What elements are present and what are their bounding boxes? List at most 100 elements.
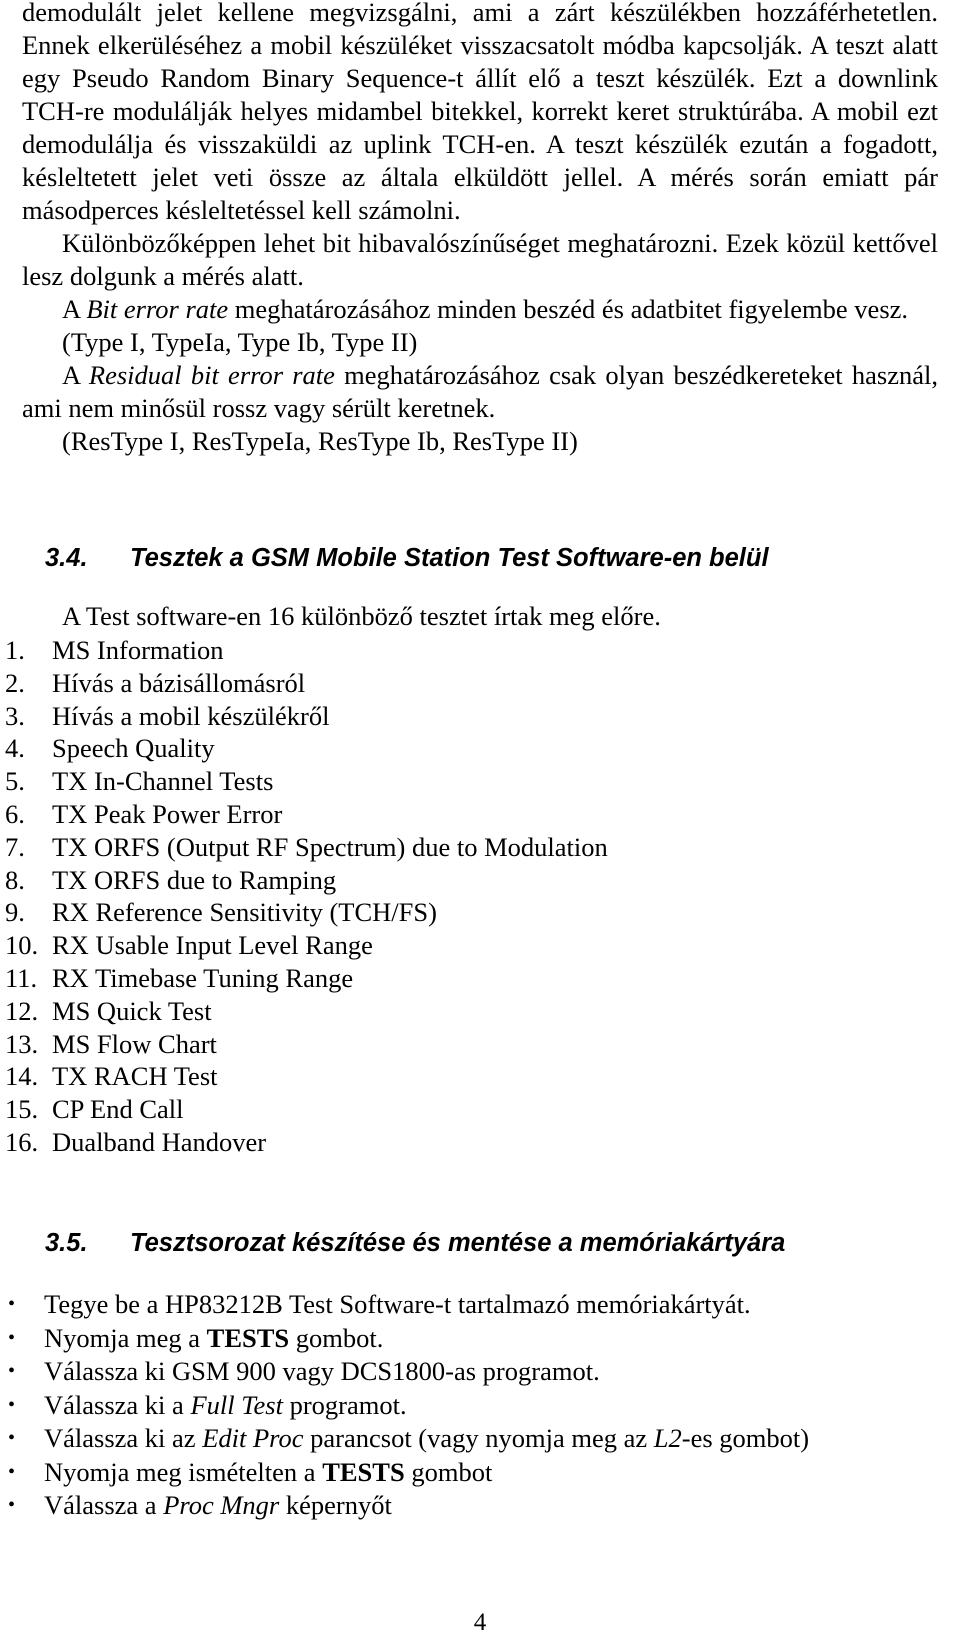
step-text-prefix: Tegye be a HP83212B Test Software-t tart…: [44, 1289, 751, 1319]
paragraph-type-list: (Type I, TypeIa, Type Ib, Type II): [22, 326, 938, 359]
list-item-number: 4.: [5, 733, 25, 764]
list-item: • Nyomja meg a TESTS gombot.: [8, 1322, 938, 1356]
list-item-label: RX Usable Input Level Range: [52, 930, 373, 961]
list-item-number: 15.: [5, 1094, 39, 1125]
bit-error-rate-term: Bit error rate: [86, 294, 229, 324]
list-item-number: 16.: [5, 1126, 39, 1157]
list-item: 3. Hívás a mobil készülékről: [5, 700, 938, 733]
section-heading-34: 3.4. Tesztek a GSM Mobile Station Test So…: [22, 542, 938, 574]
page-number: 4: [473, 1609, 487, 1636]
list-item-label: MS Quick Test: [52, 995, 212, 1026]
document-page: demodulált jelet kellene megvizsgálni, a…: [0, 0, 960, 1648]
paragraph-3-suffix: meghatározásához minden beszéd és adatbi…: [228, 294, 909, 324]
procedure-steps-block: • Tegye be a HP83212B Test Software-t tar…: [8, 1288, 938, 1523]
heading-34-number: 3.4.: [45, 544, 88, 572]
bullet-icon: •: [8, 1360, 16, 1382]
list-item-label: RX Reference Sensitivity (TCH/FS): [52, 897, 437, 928]
bullet-icon: •: [8, 1427, 16, 1449]
list-item-number: 1.: [5, 635, 25, 665]
list-item: 6. TX Peak Power Error: [5, 798, 938, 831]
list-item: 1. MS Information: [5, 634, 938, 667]
list-item: • Válassza ki a Full Test programot.: [8, 1389, 938, 1423]
list-item-number: 14.: [5, 1061, 39, 1092]
list-item-number: 2.: [5, 667, 25, 698]
step-text-suffix-2: -es gombot): [681, 1423, 810, 1453]
heading-35-number: 3.5.: [45, 1229, 88, 1257]
bullet-icon: •: [8, 1460, 16, 1483]
list-item-number: 8.: [5, 864, 25, 895]
heading-35-line: 3.5. Tesztsorozat készítése és mentése a …: [22, 1227, 938, 1259]
tests-button-label: TESTS: [206, 1322, 290, 1353]
list-item-number: 5.: [5, 766, 25, 797]
list-item: 8. TX ORFS due to Ramping: [5, 864, 938, 897]
step-text-prefix: Nyomja meg ismételten a: [44, 1456, 323, 1487]
paragraph-residual-bit-error-rate: A Residual bit error rate meghatározásáh…: [22, 359, 938, 425]
list-item: 10. RX Usable Input Level Range: [5, 929, 938, 962]
list-item: • Válassza ki az Edit Proc parancsot (vag…: [8, 1422, 938, 1456]
list-item: 2. Hívás a bázisállomásról: [5, 667, 938, 700]
heading-34-line: 3.4. Tesztek a GSM Mobile Station Test So…: [22, 542, 938, 574]
heading-34-title: Tesztek a GSM Mobile Station Test Softwa…: [130, 544, 769, 572]
list-item-number: 13.: [5, 1028, 39, 1059]
step-text-prefix: Válassza ki GSM 900 vagy DCS1800-as prog…: [44, 1356, 600, 1386]
paragraph-5-prefix: A: [62, 360, 89, 390]
list-item: 15. CP End Call: [5, 1093, 938, 1126]
bullet-icon: •: [8, 1494, 16, 1516]
procedure-steps-list: • Tegye be a HP83212B Test Software-t tar…: [8, 1288, 938, 1523]
list-item: 5. TX In-Channel Tests: [5, 765, 938, 798]
list-item-label: Speech Quality: [52, 733, 215, 764]
paragraph-2-text: Különbözőképpen lehet bit hibavalószínűs…: [22, 228, 938, 291]
paragraph-1-text: demodulált jelet kellene megvizsgálni, a…: [22, 0, 938, 225]
list-item: 13. MS Flow Chart: [5, 1028, 938, 1061]
edit-proc-command-label: Edit Proc: [202, 1423, 304, 1453]
list-item-number: 10.: [5, 930, 39, 961]
section-34-intro-block: A Test software-en 16 különböző tesztet …: [22, 600, 938, 633]
list-item: 4. Speech Quality: [5, 732, 938, 765]
list-item-number: 12.: [5, 995, 39, 1026]
list-item-label: TX In-Channel Tests: [52, 766, 274, 797]
list-item: 16. Dualband Handover: [5, 1126, 938, 1159]
paragraph-6-text: (ResType I, ResTypeIa, ResType Ib, ResTy…: [62, 426, 578, 456]
list-item-label: TX Peak Power Error: [52, 798, 283, 829]
heading-35-title: Tesztsorozat készítése és mentése a memó…: [130, 1229, 786, 1257]
list-item-label: RX Timebase Tuning Range: [52, 962, 354, 993]
step-text-prefix: Nyomja meg a: [44, 1322, 207, 1353]
paragraph-continuation: demodulált jelet kellene megvizsgálni, a…: [22, 0, 938, 227]
paragraph-bit-error-rate: A Bit error rate meghatározásához minden…: [22, 293, 938, 326]
list-item: • Válassza a Proc Mngr képernyőt: [8, 1489, 938, 1523]
step-text-prefix: Válassza a: [44, 1490, 164, 1520]
section-heading-35: 3.5. Tesztsorozat készítése és mentése a …: [22, 1227, 938, 1259]
test-list: 1. MS Information 2. Hívás a bázisállomásr…: [5, 634, 938, 1159]
bullet-icon: •: [8, 1393, 16, 1416]
proc-mngr-screen-label: Proc Mngr: [163, 1490, 280, 1520]
list-item: 12. MS Quick Test: [5, 995, 938, 1028]
bullet-icon: •: [8, 1293, 16, 1315]
list-item-label: TX RACH Test: [52, 1061, 218, 1092]
step-text-suffix: programot.: [282, 1389, 407, 1420]
list-item-label: MS Flow Chart: [52, 1028, 217, 1059]
list-item: 11. RX Timebase Tuning Range: [5, 962, 938, 995]
paragraph-3-prefix: A: [62, 294, 87, 324]
list-item-label: Hívás a mobil készülékről: [52, 700, 330, 731]
bullet-icon: •: [8, 1326, 16, 1349]
list-item-label: CP End Call: [52, 1094, 184, 1125]
step-text-suffix: gombot.: [289, 1322, 384, 1353]
list-item: 9. RX Reference Sensitivity (TCH/FS): [5, 896, 938, 929]
step-text-prefix: Válassza ki az: [44, 1423, 203, 1453]
list-item: • Nyomja meg ismételten a TESTS gombot: [8, 1456, 938, 1490]
list-item-label: TX ORFS (Output RF Spectrum) due to Modu…: [52, 831, 608, 862]
paragraph-restype-list: (ResType I, ResTypeIa, ResType Ib, ResTy…: [22, 425, 938, 458]
full-test-program-label: Full Test: [190, 1389, 283, 1420]
list-item: • Válassza ki GSM 900 vagy DCS1800-as pro…: [8, 1355, 938, 1389]
step-text-suffix: gombot: [404, 1456, 493, 1487]
paragraph-ber-intro: Különbözőképpen lehet bit hibavalószínűs…: [22, 227, 938, 293]
list-item: 7. TX ORFS (Output RF Spectrum) due to Mo…: [5, 831, 938, 864]
list-item-label: Hívás a bázisállomásról: [52, 667, 306, 698]
body-text-block: demodulált jelet kellene megvizsgálni, a…: [22, 0, 938, 458]
step-text-suffix: parancsot (vagy nyomja meg az: [303, 1423, 654, 1453]
list-item-label: MS Information: [52, 635, 224, 665]
list-item: • Tegye be a HP83212B Test Software-t tar…: [8, 1288, 938, 1322]
step-text-suffix: képernyőt: [279, 1490, 392, 1520]
list-item-number: 7.: [5, 831, 25, 862]
list-item-label: Dualband Handover: [52, 1126, 267, 1157]
